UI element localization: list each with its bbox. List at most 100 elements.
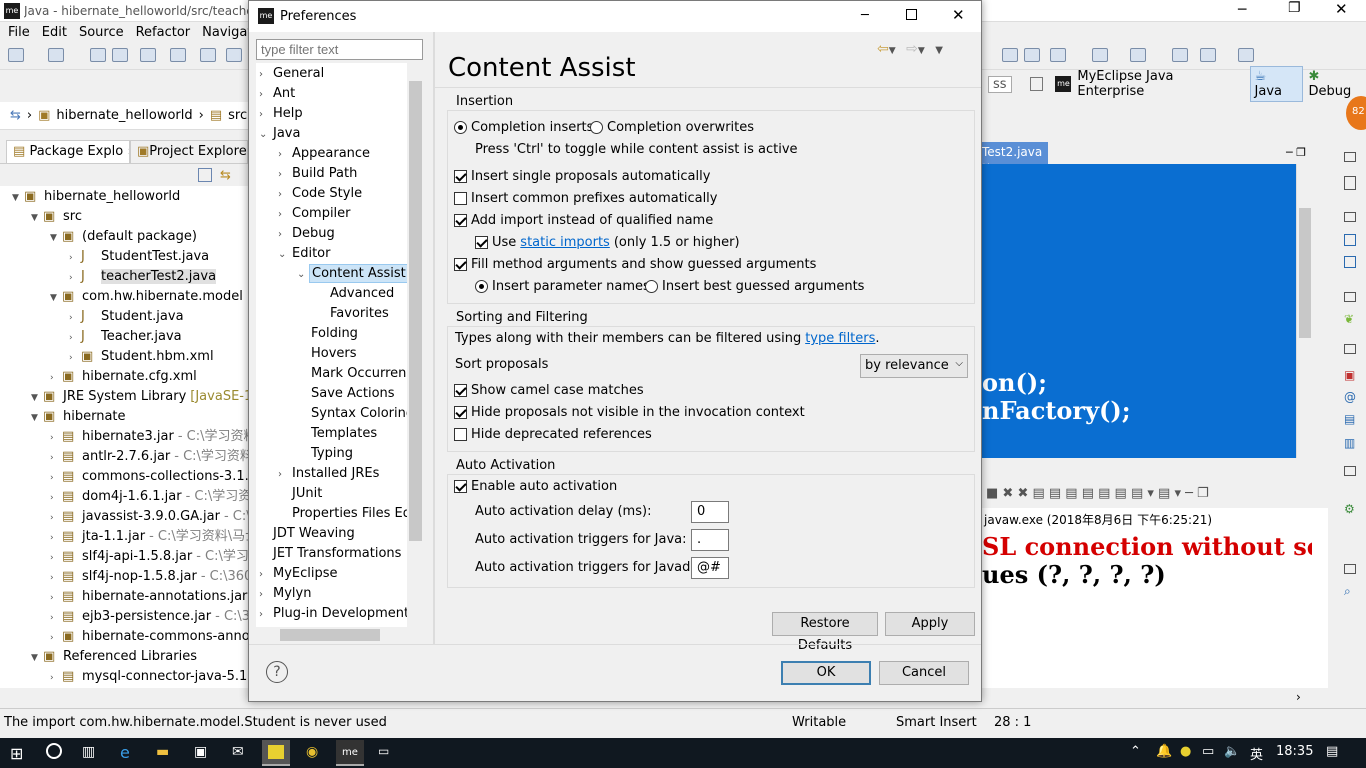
- pref-tree-item[interactable]: Templates: [297, 424, 379, 444]
- tree-item[interactable]: ▼ ▣ hibernate: [31, 407, 126, 427]
- camel-case-checkbox[interactable]: Show camel case matches: [454, 383, 644, 398]
- chevron-down-icon[interactable]: ▼: [918, 46, 925, 56]
- pref-tree-item[interactable]: Save Actions: [297, 384, 397, 404]
- save-all-icon[interactable]: [112, 48, 128, 62]
- checkbox[interactable]: [475, 236, 488, 249]
- tree-vscroll[interactable]: [407, 63, 424, 627]
- javadoc-icon[interactable]: @: [1344, 390, 1356, 404]
- tree-chevron-icon[interactable]: ›: [69, 308, 81, 328]
- dialog-minimize-icon[interactable]: ─: [861, 8, 869, 23]
- prev-annotation-icon[interactable]: [1130, 48, 1146, 62]
- myeclipse-taskbar-icon[interactable]: me: [336, 740, 364, 766]
- perspective-debug[interactable]: ✱ Debug: [1309, 69, 1366, 99]
- tray-app-icon[interactable]: ●: [1180, 744, 1191, 759]
- search-icon[interactable]: [1002, 48, 1018, 62]
- notification-badge[interactable]: 82: [1346, 96, 1366, 130]
- checkbox[interactable]: [454, 384, 467, 397]
- static-imports-checkbox[interactable]: Use static imports (only 1.5 or higher): [475, 235, 740, 250]
- sort-proposals-select[interactable]: by relevance ⌵: [860, 354, 968, 378]
- pref-tree-item[interactable]: JDT Weaving: [259, 524, 357, 544]
- static-imports-link[interactable]: static imports: [520, 235, 610, 250]
- pref-tree-item[interactable]: › Appearance: [278, 144, 372, 164]
- store-icon[interactable]: ▣: [194, 744, 207, 760]
- editor-tab[interactable]: Test2.java ✕: [978, 142, 1048, 173]
- tree-chevron-icon[interactable]: ›: [50, 448, 62, 468]
- tree-item[interactable]: › JteacherTest2.java: [69, 267, 217, 288]
- tree-chevron-icon[interactable]: ›: [50, 608, 62, 628]
- pref-tree-item[interactable]: › Build Path: [278, 164, 359, 184]
- tree-item[interactable]: ›▤ slf4j-nop-1.5.8.jar- C:\360极: [50, 567, 250, 587]
- tree-item[interactable]: ▼ ▣ src: [31, 207, 82, 227]
- h-scroll-right-icon[interactable]: ›: [1296, 690, 1301, 704]
- tab-package-explorer[interactable]: ▤ Package Explo ✕: [6, 140, 130, 163]
- minimize-icon[interactable]: ─: [1238, 2, 1246, 18]
- pref-tree-item[interactable]: JUnit: [278, 484, 324, 504]
- single-proposals-checkbox[interactable]: Insert single proposals automatically: [454, 169, 710, 184]
- perspective-java[interactable]: ☕ Java: [1249, 66, 1303, 102]
- tree-item[interactable]: › ▣ hibernate.cfg.xml: [50, 367, 197, 387]
- tree-item[interactable]: ▼ ▣ Referenced Libraries: [31, 647, 197, 667]
- new-project-icon[interactable]: [48, 48, 64, 62]
- menu-refactor[interactable]: Refactor: [136, 25, 191, 40]
- new-icon[interactable]: [8, 48, 24, 62]
- tree-item[interactable]: › ▣ hibernate-commons-annota: [50, 627, 250, 647]
- pref-tree-item[interactable]: › Installed JREs: [278, 464, 381, 484]
- chevron-right-icon[interactable]: ›: [278, 145, 290, 165]
- mail-icon[interactable]: ✉: [232, 744, 244, 760]
- next-annotation-icon[interactable]: [1092, 48, 1108, 62]
- tree-item[interactable]: ›▤ dom4j-1.6.1.jar- C:\学习资料: [50, 487, 250, 507]
- task-icon[interactable]: [1344, 256, 1356, 268]
- pref-tree-item[interactable]: ⌄ Content Assist: [297, 264, 409, 284]
- chevron-down-icon[interactable]: ⌄: [297, 265, 309, 285]
- chevron-right-icon[interactable]: ›: [278, 465, 290, 485]
- app-yellow-icon[interactable]: [262, 740, 290, 766]
- type-filters-link[interactable]: type filters: [805, 331, 875, 346]
- tree-item[interactable]: ›▤ slf4j-api-1.5.8.jar- C:\学习资: [50, 547, 250, 567]
- editor-scrollbar[interactable]: [1296, 164, 1312, 458]
- pref-tree-item[interactable]: Advanced: [316, 284, 396, 304]
- checkbox[interactable]: [454, 428, 467, 441]
- chevron-right-icon[interactable]: ›: [259, 105, 271, 125]
- checkbox[interactable]: [454, 170, 467, 183]
- filter-input[interactable]: [256, 39, 423, 60]
- radio-button[interactable]: [475, 280, 488, 293]
- tree-item[interactable]: ▼ ▣ (default package): [50, 227, 197, 247]
- volume-icon[interactable]: 🔈: [1224, 744, 1240, 759]
- restore-icon[interactable]: [1344, 466, 1356, 476]
- back-icon[interactable]: [1200, 48, 1216, 62]
- battery-icon[interactable]: ▭: [1202, 744, 1214, 759]
- tree-chevron-icon[interactable]: ›: [50, 488, 62, 508]
- best-guessed-radio[interactable]: Insert best guessed arguments: [645, 279, 864, 294]
- problems-icon[interactable]: ▣: [1344, 368, 1355, 382]
- pref-tree-item[interactable]: › Mylyn: [259, 584, 313, 604]
- apply-button[interactable]: Apply: [885, 612, 975, 636]
- tree-chevron-icon[interactable]: ›: [50, 588, 62, 608]
- hierarchy-icon[interactable]: [1344, 234, 1356, 246]
- cmd-icon[interactable]: ▭: [378, 744, 389, 758]
- tree-chevron-icon[interactable]: ›: [50, 508, 62, 528]
- close-icon[interactable]: ✕: [1335, 0, 1348, 18]
- tree-chevron-icon[interactable]: ▼: [31, 388, 43, 408]
- tree-chevron-icon[interactable]: ▼: [50, 228, 62, 248]
- restore-defaults-button[interactable]: Restore Defaults: [772, 612, 878, 653]
- restore-icon[interactable]: [1344, 564, 1356, 574]
- pref-tree-item[interactable]: Hovers: [297, 344, 359, 364]
- breadcrumb-nav-icon[interactable]: ⇆: [10, 108, 21, 123]
- pref-tree-item[interactable]: Mark Occurrences: [297, 364, 424, 384]
- pref-tree-item[interactable]: JET Transformations: [259, 544, 403, 564]
- tree-chevron-icon[interactable]: ›: [69, 328, 81, 348]
- add-import-checkbox[interactable]: Add import instead of qualified name: [454, 213, 713, 228]
- perspective-myeclipse[interactable]: MyEclipse Java Enterprise: [1077, 69, 1243, 99]
- pref-tree-item[interactable]: Typing: [297, 444, 355, 464]
- chevron-right-icon[interactable]: ›: [278, 185, 290, 205]
- tree-chevron-icon[interactable]: ›: [50, 568, 62, 588]
- tree-item[interactable]: › ▤ mysql-connector-java-5.1.44: [50, 667, 250, 687]
- view-menu-icon[interactable]: ▼: [935, 45, 943, 56]
- tree-chevron-icon[interactable]: ›: [50, 368, 62, 388]
- tree-chevron-icon[interactable]: ›: [69, 268, 81, 288]
- wand-icon[interactable]: [1050, 48, 1066, 62]
- pref-tree-item[interactable]: ⌄ Java: [259, 124, 302, 144]
- tray-chevron-icon[interactable]: ⌃: [1130, 744, 1141, 759]
- servers-icon[interactable]: ▥: [1344, 436, 1355, 450]
- chevron-right-icon[interactable]: ›: [259, 565, 271, 585]
